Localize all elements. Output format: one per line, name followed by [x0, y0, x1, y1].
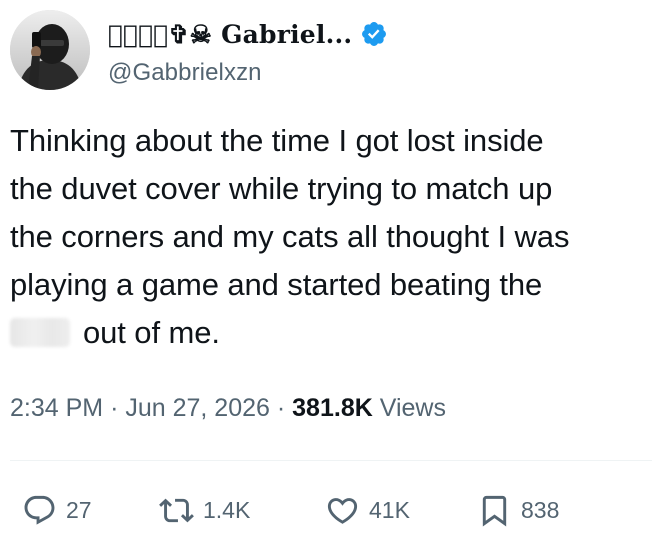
tweet-line-last: out of me. — [10, 309, 646, 357]
repost-button[interactable]: 1.4K — [159, 490, 250, 530]
views-label[interactable]: Views — [380, 394, 446, 422]
reply-count: 27 — [66, 496, 92, 523]
tweet-text: Thinking about the time I got lost insid… — [10, 117, 646, 357]
bookmark-icon — [477, 493, 512, 528]
avatar-image — [10, 10, 90, 90]
tweet-line: the duvet cover while trying to match up — [10, 171, 553, 206]
tweet-card: ⸾່⸾່✞︎☠ Gabriel... @Gabbrielxzn Thinking… — [0, 0, 652, 541]
tweet-line: playing a game and started beating the — [10, 267, 543, 302]
user-info: ⸾່⸾່✞︎☠ Gabriel... @Gabbrielxzn — [108, 17, 388, 87]
heart-icon — [325, 493, 360, 528]
meta-separator: · — [110, 394, 119, 422]
repost-icon — [159, 493, 194, 528]
like-button[interactable]: 41K — [325, 490, 410, 530]
reply-button[interactable]: 27 — [22, 490, 92, 530]
repost-count: 1.4K — [203, 496, 251, 523]
tweet-line-end: out of me. — [83, 315, 220, 350]
name-row: ⸾່⸾່✞︎☠ Gabriel... — [108, 17, 388, 51]
redacted-word — [10, 318, 70, 347]
bookmark-count: 838 — [521, 496, 560, 523]
reply-icon — [22, 493, 57, 528]
views-count[interactable]: 381.8K — [292, 394, 373, 422]
bookmark-button[interactable]: 838 — [477, 490, 559, 530]
like-count: 41K — [369, 496, 410, 523]
tweet-time[interactable]: 2:34 PM — [10, 394, 103, 422]
user-handle[interactable]: @Gabbrielxzn — [108, 59, 388, 87]
display-name[interactable]: ⸾່⸾່✞︎☠ Gabriel... — [108, 20, 352, 49]
verified-badge-icon[interactable] — [360, 20, 388, 48]
divider — [10, 460, 652, 461]
tweet-line: the corners and my cats all thought I wa… — [10, 219, 570, 254]
action-bar: 27 1.4K 41K 838 — [0, 490, 652, 530]
avatar[interactable] — [10, 10, 90, 90]
tweet-header: ⸾່⸾່✞︎☠ Gabriel... @Gabbrielxzn — [10, 10, 640, 90]
meta-separator: · — [276, 394, 286, 422]
tweet-line: Thinking about the time I got lost insid… — [10, 123, 544, 158]
tweet-date[interactable]: Jun 27, 2026 — [125, 394, 270, 422]
tweet-meta: 2:34 PM · Jun 27, 2026 · 381.8K Views — [10, 394, 446, 423]
